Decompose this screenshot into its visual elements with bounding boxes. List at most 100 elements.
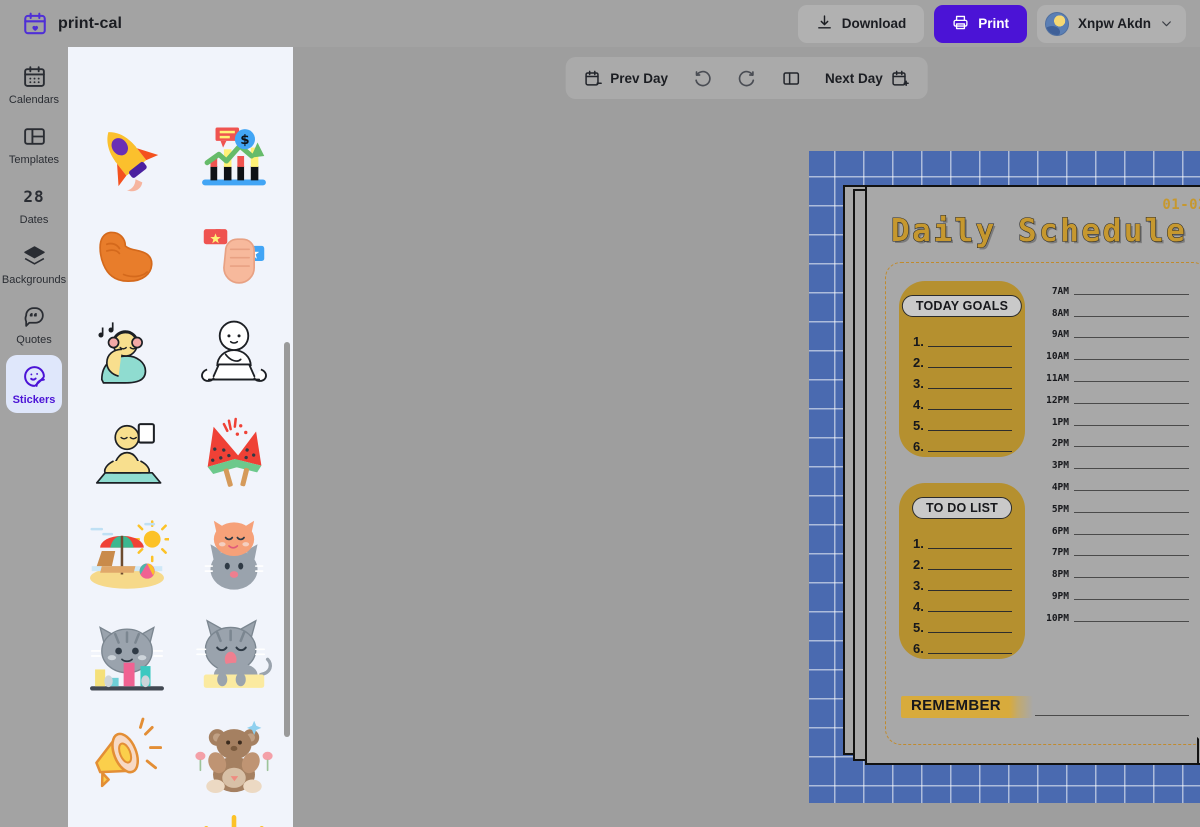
goal-rule — [927, 451, 1012, 452]
sticker-item-yawning-cat[interactable] — [184, 607, 286, 705]
time-row[interactable]: 4PM — [1039, 471, 1189, 493]
time-row[interactable]: 5PM — [1039, 493, 1189, 515]
redo-arrow-icon — [737, 68, 758, 89]
time-row[interactable]: 10PM — [1039, 602, 1189, 624]
todo-number: 5. — [913, 620, 924, 635]
todo-row[interactable]: 3. — [913, 572, 1012, 593]
todo-rule — [927, 569, 1012, 570]
paper-sheet-front[interactable]: 01-02 Daily Schedule TODAY GOALS 1. 2. 3… — [865, 185, 1200, 765]
sticker-item-person-meditating[interactable] — [76, 407, 178, 505]
sidebar-item-stickers[interactable]: Stickers — [6, 355, 62, 413]
avatar — [1045, 11, 1069, 36]
time-row[interactable]: 11AM — [1039, 362, 1189, 384]
goal-row[interactable]: 6. — [913, 433, 1012, 454]
time-rule — [1074, 293, 1189, 295]
next-day-button[interactable]: Next Day — [813, 61, 922, 95]
time-row[interactable]: 6PM — [1039, 515, 1189, 537]
user-menu[interactable]: Xnpw Akdn — [1037, 4, 1186, 43]
sidebar-item-templates[interactable]: Templates — [6, 115, 62, 173]
time-rule — [1074, 315, 1189, 317]
quote-bubble-icon — [22, 304, 47, 329]
goal-row[interactable]: 4. — [913, 391, 1012, 412]
goal-rule — [927, 388, 1012, 389]
sticker-item-person-listening-music[interactable] — [76, 307, 178, 405]
calendar-plus-icon — [891, 69, 910, 88]
time-row[interactable]: 2PM — [1039, 428, 1189, 449]
todo-number: 3. — [913, 578, 924, 593]
goal-number: 2. — [913, 355, 924, 370]
today-goals-heading: TODAY GOALS — [901, 295, 1023, 317]
time-row[interactable]: 3PM — [1039, 449, 1189, 471]
time-row[interactable]: 7PM — [1039, 537, 1189, 559]
time-row[interactable]: 8PM — [1039, 558, 1189, 580]
todo-rule — [927, 653, 1012, 654]
sidebar-item-quotes[interactable]: Quotes — [6, 295, 62, 353]
sidebar-item-label: Calendars — [8, 94, 60, 106]
time-label: 8PM — [1051, 569, 1069, 581]
sidebar-item-calendars[interactable]: Calendars — [6, 55, 62, 113]
time-row[interactable]: 9AM — [1039, 319, 1189, 340]
goal-row[interactable]: 5. — [913, 412, 1012, 433]
time-rule — [1074, 598, 1189, 600]
time-row[interactable]: 9PM — [1039, 580, 1189, 602]
sticker-item[interactable] — [76, 47, 178, 105]
todo-row[interactable]: 6. — [913, 635, 1012, 656]
sticker-item-person-at-laptop[interactable] — [184, 307, 286, 405]
sticker-item-beach-umbrella[interactable] — [76, 507, 178, 605]
todo-rule — [927, 611, 1012, 612]
topbar-actions: Download Print Xnpw Akdn — [797, 4, 1186, 43]
todo-row[interactable]: 1. — [913, 530, 1012, 551]
sticker-item-smiling-sun[interactable] — [184, 807, 286, 827]
sticker-item-growth-chart[interactable]: $ — [184, 107, 286, 205]
side-panel-icon — [782, 69, 801, 88]
todo-list-heading: TO DO LIST — [912, 497, 1012, 519]
todo-number: 4. — [913, 599, 924, 614]
time-label: 7PM — [1051, 547, 1069, 559]
schedule-page: 01-02 Daily Schedule TODAY GOALS 1. 2. 3… — [867, 187, 1200, 763]
sticker-item-two-cats[interactable] — [184, 507, 286, 605]
sticker-item-flowers[interactable] — [76, 807, 178, 827]
sidebar-item-label: Quotes — [16, 334, 52, 346]
time-row[interactable]: 7AM — [1039, 275, 1189, 297]
sticker-item-cat-with-chart[interactable] — [76, 607, 178, 705]
download-button[interactable]: Download — [797, 4, 925, 43]
sidebar-item-dates[interactable]: 28 Dates — [6, 175, 62, 233]
brand: print-cal — [14, 11, 122, 37]
time-row[interactable]: 8AM — [1039, 297, 1189, 319]
todo-row[interactable]: 4. — [913, 593, 1012, 614]
time-row[interactable]: 1PM — [1039, 406, 1189, 428]
time-row[interactable]: 12PM — [1039, 384, 1189, 406]
side-panel-toggle-button[interactable] — [770, 61, 813, 95]
sticker-item-flexed-bicep[interactable] — [76, 207, 178, 305]
time-row[interactable]: 10AM — [1039, 340, 1189, 362]
sticker-item-rocket[interactable] — [76, 107, 178, 205]
goal-row[interactable]: 1. — [913, 328, 1012, 349]
goal-rule — [927, 367, 1012, 368]
sticker-item-raised-fist[interactable] — [184, 207, 286, 305]
todo-row[interactable]: 2. — [913, 551, 1012, 572]
sticker-item-watermelon-popsicles[interactable] — [184, 407, 286, 505]
redo-button[interactable] — [725, 61, 770, 95]
todo-list-card[interactable]: TO DO LIST 1. 2. 3. 4. 5. 6. — [899, 483, 1025, 659]
time-rule — [1074, 359, 1189, 361]
chevron-down-icon — [1160, 17, 1173, 30]
time-label: 10AM — [1046, 351, 1069, 363]
printer-icon — [952, 14, 969, 34]
print-button[interactable]: Print — [934, 4, 1027, 43]
goal-row[interactable]: 3. — [913, 370, 1012, 391]
sticker-panel-scrollbar[interactable] — [284, 342, 290, 737]
time-rule — [1074, 555, 1189, 557]
goal-number: 3. — [913, 376, 924, 391]
goal-row[interactable]: 2. — [913, 349, 1012, 370]
sticker-item-process-text[interactable]: PROCESS — [184, 47, 286, 105]
todo-row[interactable]: 5. — [913, 614, 1012, 635]
sticker-item-teddy-bear[interactable] — [184, 707, 286, 805]
undo-button[interactable] — [680, 61, 725, 95]
sidebar-item-backgrounds[interactable]: Backgrounds — [2, 235, 66, 293]
sticker-item-megaphone[interactable] — [76, 707, 178, 805]
prev-day-button[interactable]: Prev Day — [571, 61, 680, 95]
today-goals-card[interactable]: TODAY GOALS 1. 2. 3. 4. 5. 6. — [899, 281, 1025, 457]
page-canvas[interactable]: 01-02 Daily Schedule TODAY GOALS 1. 2. 3… — [809, 151, 1200, 803]
goal-number: 5. — [913, 418, 924, 433]
remember-section[interactable]: REMEMBER — [901, 694, 1189, 719]
